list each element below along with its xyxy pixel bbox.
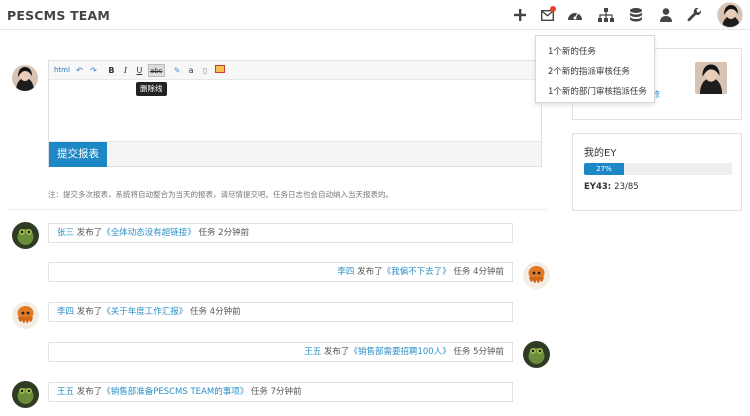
feed-user-link[interactable]: 李四 <box>57 307 74 317</box>
notification-item[interactable]: 1个新的任务 <box>536 42 654 62</box>
ey-title: 我的EY <box>584 148 617 159</box>
feed-task-link[interactable]: 《关于年度工作汇报》 <box>102 307 187 317</box>
italic-button[interactable]: I <box>120 64 131 77</box>
editor-content-area[interactable] <box>49 80 541 141</box>
dashboard-icon[interactable] <box>566 6 584 24</box>
undo-icon[interactable]: ↶ <box>74 64 85 77</box>
editor-user-avatar <box>12 65 38 91</box>
feed-time: 任务 7分钟前 <box>250 387 302 397</box>
ey-progress-bar: 27% <box>584 163 732 175</box>
document-icon[interactable]: ▯ <box>200 64 211 77</box>
feed-action: 发布了 <box>76 228 103 238</box>
image-icon[interactable] <box>214 64 226 77</box>
feed-task-link[interactable]: 《全体动态没有超链接》 <box>102 228 196 238</box>
feed-task-link[interactable]: 《我偏不下去了》 <box>383 267 451 277</box>
feed-action: 发布了 <box>76 387 103 397</box>
strikethrough-tooltip: 删除线 <box>136 82 167 96</box>
feed-action: 发布了 <box>76 307 103 317</box>
user-icon[interactable] <box>657 6 675 24</box>
feed-user-link[interactable]: 王五 <box>304 347 321 357</box>
report-editor[interactable]: html ↶ ↷ B I U abc ✎ a ▯ 删除线 提交报表 <box>48 60 542 167</box>
brush-icon[interactable]: ✎ <box>172 64 183 77</box>
sitemap-icon[interactable] <box>597 6 615 24</box>
editor-toolbar: html ↶ ↷ B I U abc ✎ a ▯ <box>49 61 541 80</box>
ey-stat-label: EY43: <box>584 182 612 192</box>
notification-item[interactable]: 1个新的部门审核指派任务 <box>536 82 654 102</box>
bold-button[interactable]: B <box>106 64 117 77</box>
feed-time: 任务 2分钟前 <box>198 228 250 238</box>
octopus-avatar <box>12 302 39 329</box>
frog-avatar <box>12 381 39 408</box>
octopus-avatar <box>523 262 550 289</box>
feed-user-link[interactable]: 李四 <box>337 267 354 277</box>
divider <box>6 209 548 210</box>
feed-time: 任务 4分钟前 <box>189 307 241 317</box>
plus-icon[interactable] <box>511 6 529 24</box>
notification-dot <box>550 6 556 12</box>
notification-item[interactable]: 2个新的指派审核任务 <box>536 62 654 82</box>
ey-progress-fill: 27% <box>584 163 624 175</box>
submit-report-button[interactable]: 提交报表 <box>49 142 107 167</box>
underline-button[interactable]: U <box>134 64 145 77</box>
user-avatar[interactable] <box>717 2 743 28</box>
ey-stat-value: 23/85 <box>614 182 639 192</box>
feed-item: 王五 发布了《销售部需要招聘100人》 任务 5分钟前 <box>48 342 513 362</box>
link-icon[interactable]: a <box>186 64 197 77</box>
brand-logo[interactable]: PESCMS TEAM <box>7 8 110 23</box>
feed-action: 发布了 <box>357 267 383 277</box>
mail-icon[interactable] <box>538 6 556 24</box>
top-navbar: PESCMS TEAM <box>0 0 750 30</box>
feed-action: 发布了 <box>323 347 350 357</box>
feed-time: 任务 4分钟前 <box>453 267 504 277</box>
feed-task-link[interactable]: 《销售部准备PESCMS TEAM的事项》 <box>102 387 248 397</box>
feed-user-link[interactable]: 王五 <box>57 387 74 397</box>
ey-stat: EY43: 23/85 <box>584 182 639 192</box>
report-note: 注：提交多次报表，系统将自动整合为当天的报表，请尽情提交吧。任务日志也会自动纳入… <box>48 190 393 199</box>
frog-avatar <box>523 341 550 368</box>
feed-time: 任务 5分钟前 <box>453 347 504 357</box>
feed-item: 李四 发布了《我偏不下去了》 任务 4分钟前 <box>48 262 513 282</box>
notifications-dropdown: 1个新的任务 2个新的指派审核任务 1个新的部门审核指派任务 <box>535 35 655 103</box>
database-icon[interactable] <box>627 6 645 24</box>
feed-task-link[interactable]: 《销售部需要招聘100人》 <box>349 347 450 357</box>
wrench-icon[interactable] <box>685 6 703 24</box>
strikethrough-button[interactable]: abc <box>147 63 165 77</box>
feed-user-link[interactable]: 张三 <box>57 228 74 238</box>
ey-panel: 我的EY 27% EY43: 23/85 <box>572 133 742 211</box>
profile-avatar <box>695 62 727 94</box>
feed-item: 张三 发布了《全体动态没有超链接》 任务 2分钟前 <box>48 223 513 243</box>
feed-item: 王五 发布了《销售部准备PESCMS TEAM的事项》 任务 7分钟前 <box>48 382 513 402</box>
frog-avatar <box>12 222 39 249</box>
feed-item: 李四 发布了《关于年度工作汇报》 任务 4分钟前 <box>48 302 513 322</box>
redo-icon[interactable]: ↷ <box>88 64 99 77</box>
html-source-button[interactable]: html <box>53 64 71 77</box>
editor-footer: 提交报表 <box>49 141 541 167</box>
